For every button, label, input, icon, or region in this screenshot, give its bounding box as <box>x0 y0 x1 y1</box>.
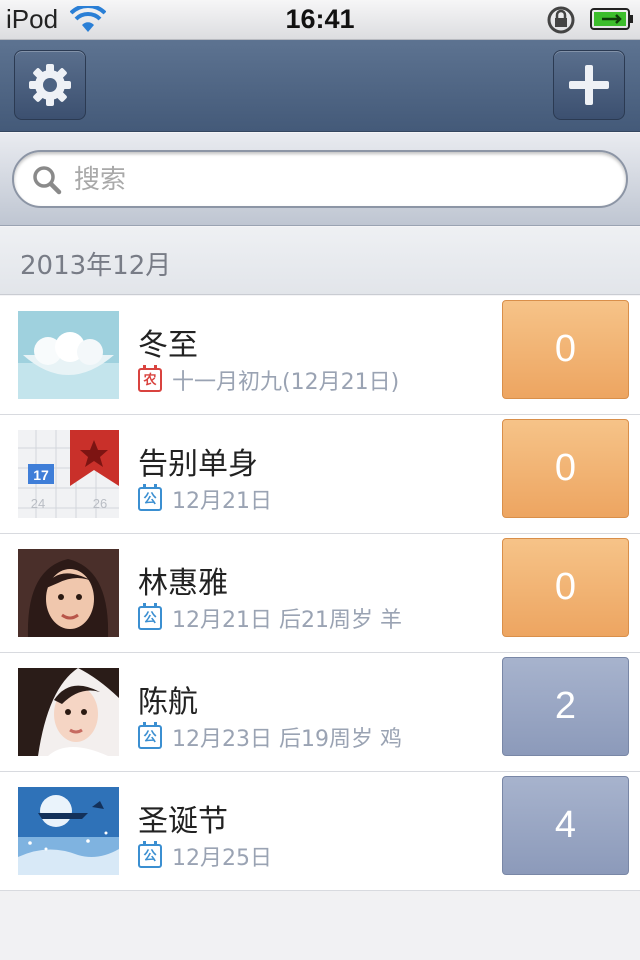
solar-calendar-icon: 公 <box>138 484 162 511</box>
svg-text:26: 26 <box>93 496 107 511</box>
event-list: 冬至 农 十一月初九(12月21日) 0 17 24 26 告别单身 公 12月… <box>0 296 640 891</box>
gear-icon <box>29 64 71 106</box>
battery-icon <box>590 8 633 30</box>
status-bar: iPod 16:41 <box>0 0 640 40</box>
item-subtitle: 公 12月21日 后21周岁 羊 <box>138 603 402 633</box>
item-title: 圣诞节 <box>138 804 228 839</box>
rotation-lock-icon <box>547 6 575 34</box>
solar-calendar-icon: 公 <box>138 603 162 630</box>
christmas-night-thumbnail <box>18 787 119 875</box>
svg-text:24: 24 <box>31 496 45 511</box>
item-date: 十一月初九(12月21日) <box>172 370 400 395</box>
search-icon <box>33 166 62 195</box>
count-badge[interactable]: 0 <box>502 300 629 399</box>
search-field[interactable] <box>12 150 628 208</box>
item-title: 林惠雅 <box>138 566 228 601</box>
item-date: 12月21日 <box>172 489 272 514</box>
nav-bar <box>0 40 640 132</box>
count-badge[interactable]: 0 <box>502 538 629 637</box>
settings-button[interactable] <box>14 50 86 120</box>
item-subtitle: 公 12月23日 后19周岁 鸡 <box>138 722 402 752</box>
item-title: 告别单身 <box>138 447 258 482</box>
list-item[interactable]: 林惠雅 公 12月21日 后21周岁 羊 0 <box>0 534 640 653</box>
dumplings-thumbnail <box>18 311 119 399</box>
solar-calendar-icon: 公 <box>138 722 162 749</box>
list-item[interactable]: 冬至 农 十一月初九(12月21日) 0 <box>0 296 640 415</box>
item-date: 12月25日 <box>172 846 272 871</box>
month-section-header: 2013年12月 <box>0 227 640 295</box>
avatar <box>18 549 119 637</box>
item-title: 冬至 <box>138 328 198 363</box>
list-item[interactable]: 圣诞节 公 12月25日 4 <box>0 772 640 891</box>
count-badge[interactable]: 2 <box>502 657 629 756</box>
item-subtitle: 农 十一月初九(12月21日) <box>138 365 400 395</box>
svg-text:17: 17 <box>33 467 49 483</box>
solar-calendar-icon: 公 <box>138 841 162 868</box>
lunar-calendar-icon: 农 <box>138 365 162 392</box>
month-title: 2013年12月 <box>20 251 172 281</box>
add-button[interactable] <box>553 50 625 120</box>
item-title: 陈航 <box>138 685 198 720</box>
list-footer-space <box>0 891 640 960</box>
item-date: 12月21日 后21周岁 羊 <box>172 608 402 633</box>
plus-icon <box>569 65 609 105</box>
avatar <box>18 668 119 756</box>
item-subtitle: 公 12月25日 <box>138 841 272 871</box>
search-bar <box>0 133 640 226</box>
count-badge[interactable]: 4 <box>502 776 629 875</box>
item-subtitle: 公 12月21日 <box>138 484 272 514</box>
item-date: 12月23日 后19周岁 鸡 <box>172 727 402 752</box>
list-item[interactable]: 17 24 26 告别单身 公 12月21日 0 <box>0 415 640 534</box>
count-badge[interactable]: 0 <box>502 419 629 518</box>
calendar-bookmark-thumbnail: 17 24 26 <box>18 430 119 518</box>
list-item[interactable]: 陈航 公 12月23日 后19周岁 鸡 2 <box>0 653 640 772</box>
search-input[interactable] <box>74 160 594 200</box>
